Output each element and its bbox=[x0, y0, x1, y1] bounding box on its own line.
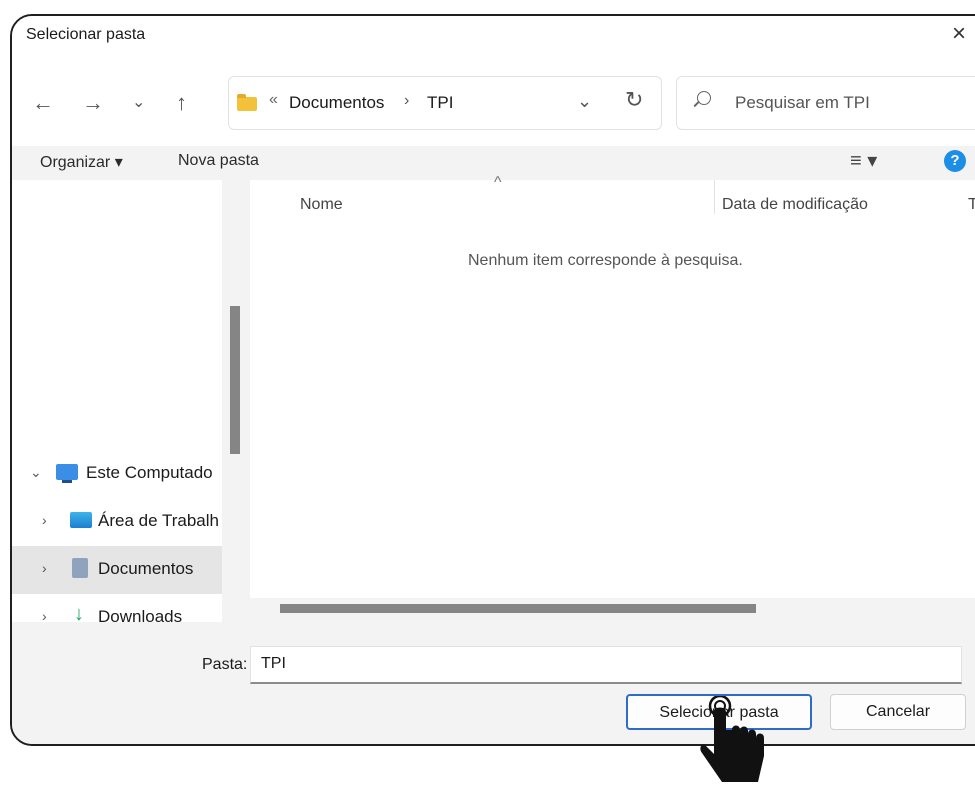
view-options-icon[interactable]: ≡ ▾ bbox=[850, 148, 877, 173]
folder-name-value[interactable]: TPI bbox=[261, 655, 286, 673]
tree-item-este-computador[interactable]: ⌄ Este Computado bbox=[12, 450, 222, 498]
hand-pointer-cursor-icon bbox=[700, 696, 764, 782]
file-list-horizontal-scrollbar-thumb[interactable] bbox=[280, 604, 756, 613]
breadcrumb-separator-icon[interactable]: › bbox=[404, 92, 409, 110]
dialog-title: Selecionar pasta bbox=[26, 26, 146, 43]
search-box[interactable]: Pesquisar em TPI bbox=[676, 76, 975, 130]
desktop-folder-icon bbox=[70, 512, 92, 528]
file-list: ^ Nome Data de modificação T Nenhum item… bbox=[250, 174, 975, 622]
cancel-button[interactable]: Cancelar bbox=[830, 694, 966, 730]
navigation-scrollbar-thumb[interactable] bbox=[230, 306, 240, 454]
forward-arrow-icon[interactable]: → bbox=[82, 90, 104, 116]
close-icon[interactable]: × bbox=[952, 20, 966, 48]
tree-item-label: Área de Trabalh bbox=[98, 511, 219, 530]
refresh-icon[interactable]: ↻ bbox=[625, 87, 643, 113]
address-bar[interactable]: « Documentos › TPI ⌄ ↻ bbox=[228, 76, 662, 130]
search-input[interactable]: Pesquisar em TPI bbox=[735, 93, 870, 113]
title-bar: Selecionar pasta × bbox=[12, 16, 975, 60]
chevron-down-icon[interactable]: ⌄ bbox=[30, 464, 42, 481]
up-arrow-icon[interactable]: ↑ bbox=[176, 90, 187, 116]
tree-item-label: Documentos bbox=[98, 559, 194, 578]
breadcrumb-documentos[interactable]: Documentos bbox=[289, 93, 384, 113]
computer-icon bbox=[56, 464, 78, 483]
sort-ascending-icon: ^ bbox=[494, 174, 502, 191]
column-header-type[interactable]: T bbox=[968, 196, 975, 214]
column-header-date-modified[interactable]: Data de modificação bbox=[722, 196, 868, 214]
navigation-pane: ⌄ Este Computado › Área de Trabalh › Doc… bbox=[12, 180, 222, 626]
column-header-name[interactable]: Nome bbox=[300, 196, 343, 214]
breadcrumb-overflow[interactable]: « bbox=[269, 91, 278, 109]
organize-menu-button[interactable]: Organizar ▾ bbox=[40, 152, 123, 172]
new-folder-button[interactable]: Nova pasta bbox=[178, 152, 259, 170]
breadcrumb-tpi[interactable]: TPI bbox=[427, 93, 453, 113]
empty-state-message: Nenhum item corresponde à pesquisa. bbox=[468, 252, 743, 269]
chevron-right-icon[interactable]: › bbox=[42, 512, 47, 528]
help-icon[interactable]: ? bbox=[944, 150, 966, 172]
folder-name-input[interactable]: TPI bbox=[250, 646, 962, 684]
tree-item-label: Este Computado bbox=[86, 463, 213, 482]
back-arrow-icon[interactable]: ← bbox=[32, 90, 54, 116]
dialog-footer: Pasta: TPI Selecionar pasta Cancelar bbox=[12, 622, 975, 744]
chevron-right-icon[interactable]: › bbox=[42, 560, 47, 576]
folder-icon bbox=[237, 94, 257, 111]
tree-item-documentos[interactable]: › Documentos bbox=[12, 546, 222, 594]
documents-folder-icon bbox=[72, 558, 88, 578]
select-folder-dialog: Selecionar pasta × ← → ⌄ ↑ « Documentos … bbox=[10, 14, 975, 746]
address-history-chevron-icon[interactable]: ⌄ bbox=[577, 91, 592, 112]
search-icon bbox=[697, 91, 711, 105]
folder-field-label: Pasta: bbox=[202, 656, 248, 673]
address-row: ← → ⌄ ↑ « Documentos › TPI ⌄ ↻ Pesquisar… bbox=[12, 60, 975, 146]
recent-locations-chevron-icon[interactable]: ⌄ bbox=[132, 92, 145, 112]
column-divider[interactable] bbox=[714, 180, 715, 214]
tree-item-area-de-trabalho[interactable]: › Área de Trabalh bbox=[12, 498, 222, 546]
